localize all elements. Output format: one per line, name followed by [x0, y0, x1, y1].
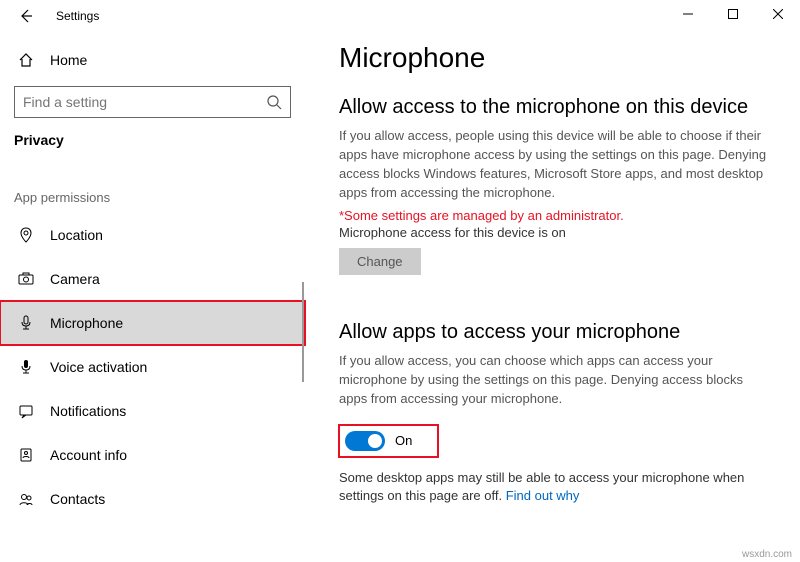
sidebar-home-label: Home: [50, 52, 87, 68]
sidebar-item-voice-activation[interactable]: Voice activation: [0, 345, 305, 389]
app-access-toggle-row: On: [339, 425, 438, 457]
window-title: Settings: [56, 9, 99, 23]
sidebar-item-location[interactable]: Location: [0, 213, 305, 257]
sidebar-item-label: Location: [50, 227, 103, 243]
voice-icon: [18, 359, 34, 375]
toggle-state-label: On: [395, 433, 412, 448]
home-icon: [18, 52, 34, 68]
device-access-status: Microphone access for this device is on: [339, 225, 770, 240]
sidebar-item-camera[interactable]: Camera: [0, 257, 305, 301]
sidebar-scrollbar[interactable]: [302, 282, 304, 382]
sidebar-home[interactable]: Home: [0, 42, 305, 78]
back-button[interactable]: [14, 4, 38, 28]
sidebar-section: App permissions: [14, 190, 305, 205]
sidebar-item-label: Notifications: [50, 403, 126, 419]
location-icon: [18, 227, 34, 243]
sidebar-item-notifications[interactable]: Notifications: [0, 389, 305, 433]
search-icon: [266, 94, 282, 110]
minimize-button[interactable]: [665, 0, 710, 28]
sidebar-item-contacts[interactable]: Contacts: [0, 477, 305, 521]
admin-warning: *Some settings are managed by an adminis…: [339, 208, 770, 223]
window-controls: [665, 0, 800, 28]
section-body: If you allow access, people using this d…: [339, 127, 770, 202]
page-title: Microphone: [339, 42, 770, 74]
search-input[interactable]: [23, 94, 266, 110]
account-icon: [18, 447, 34, 463]
toggle-knob: [368, 434, 382, 448]
main-content: Microphone Allow access to the microphon…: [305, 32, 800, 562]
section-body: If you allow access, you can choose whic…: [339, 352, 770, 409]
sidebar-item-account-info[interactable]: Account info: [0, 433, 305, 477]
sidebar-item-label: Microphone: [50, 315, 123, 331]
section-app-access: Allow apps to access your microphone If …: [339, 321, 770, 505]
notifications-icon: [18, 403, 34, 419]
maximize-button[interactable]: [710, 0, 755, 28]
sidebar: Home Privacy App permissions Location Ca…: [0, 32, 305, 562]
section-heading: Allow apps to access your microphone: [339, 321, 770, 344]
close-button[interactable]: [755, 0, 800, 28]
find-out-why-link[interactable]: Find out why: [506, 488, 580, 503]
change-button[interactable]: Change: [339, 248, 421, 275]
section-heading: Allow access to the microphone on this d…: [339, 96, 770, 119]
sidebar-item-label: Account info: [50, 447, 127, 463]
microphone-icon: [18, 315, 34, 331]
sidebar-nav: Location Camera Microphone Voice activat…: [0, 213, 305, 521]
footnote: Some desktop apps may still be able to a…: [339, 469, 770, 505]
contacts-icon: [18, 491, 34, 507]
titlebar: Settings: [0, 0, 800, 32]
sidebar-item-label: Voice activation: [50, 359, 147, 375]
section-device-access: Allow access to the microphone on this d…: [339, 96, 770, 275]
sidebar-item-label: Camera: [50, 271, 100, 287]
watermark: wsxdn.com: [742, 549, 792, 560]
search-box[interactable]: [14, 86, 291, 118]
camera-icon: [18, 271, 34, 287]
app-access-toggle[interactable]: [345, 431, 385, 451]
sidebar-item-microphone[interactable]: Microphone: [0, 301, 305, 345]
sidebar-item-label: Contacts: [50, 491, 105, 507]
sidebar-category: Privacy: [14, 132, 305, 148]
